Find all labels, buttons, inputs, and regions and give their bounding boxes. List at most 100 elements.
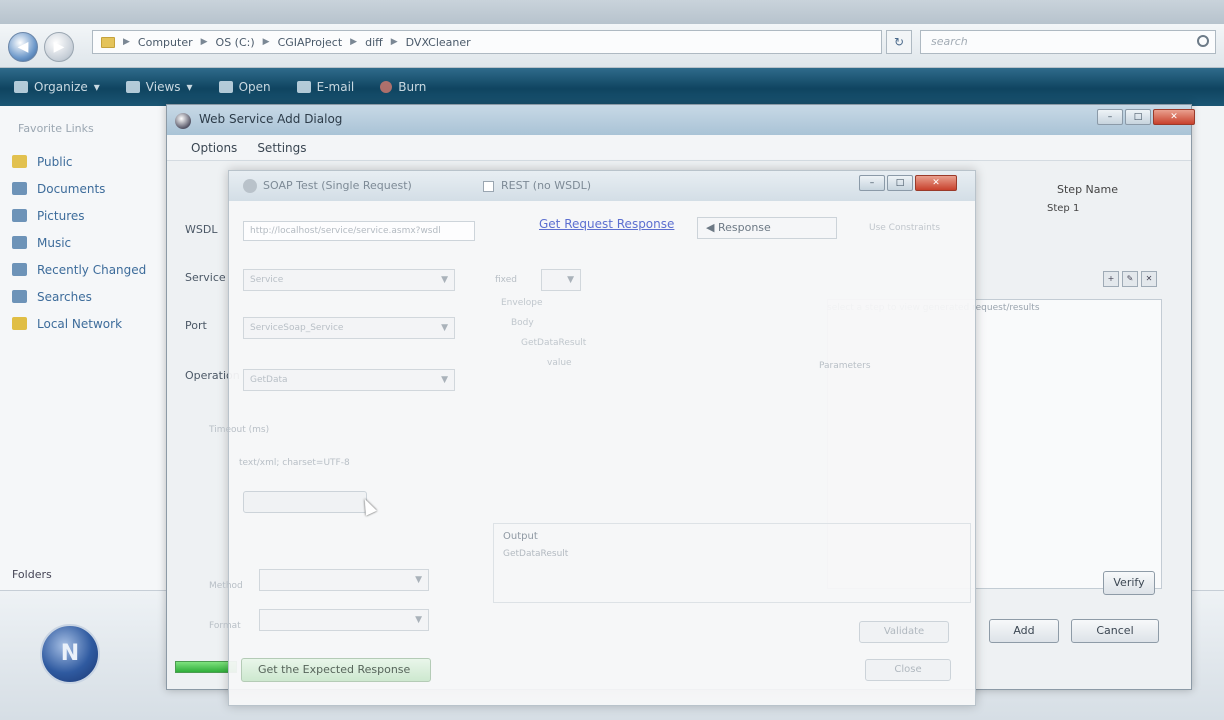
tree-node[interactable]: value: [501, 353, 586, 373]
format-label: Format: [209, 621, 241, 631]
response-tab-label: Response: [717, 221, 771, 234]
open-icon: [218, 81, 233, 93]
nav-label: Local Network: [37, 316, 123, 331]
organize-button[interactable]: Organize ▾: [14, 80, 100, 94]
dialog-menubar: Options Settings: [167, 135, 1191, 161]
views-button[interactable]: Views ▾: [125, 80, 193, 94]
breadcrumb-item[interactable]: CGIAProject: [278, 36, 343, 49]
recent-icon: [12, 263, 27, 276]
close-button[interactable]: ✕: [1153, 109, 1195, 125]
nav-label: Recently Changed: [37, 262, 147, 277]
search-input[interactable]: search: [920, 30, 1216, 54]
wsdl-url-input[interactable]: http://localhost/service/service.asmx?ws…: [243, 221, 475, 241]
refresh-icon[interactable]: ↻: [886, 30, 912, 54]
breadcrumb-item[interactable]: DVXCleaner: [406, 36, 471, 49]
service-select-value: Service: [250, 275, 284, 285]
nav-item-searches[interactable]: Searches: [12, 283, 146, 310]
documents-icon: [12, 182, 27, 195]
response-tab[interactable]: ◀ Response: [697, 217, 837, 239]
validate-button[interactable]: Validate: [859, 621, 949, 643]
nav-item-pictures[interactable]: Pictures: [12, 202, 146, 229]
nav-label: Documents: [37, 181, 106, 196]
maximize-button[interactable]: □: [887, 175, 913, 191]
organize-icon: [14, 81, 28, 93]
breadcrumb[interactable]: ▶ Computer ▶ OS (C:) ▶ CGIAProject ▶ dif…: [92, 30, 882, 54]
chevron-down-icon: ▼: [441, 323, 448, 333]
rest-checkbox-label: REST (no WSDL): [501, 179, 592, 192]
step-name-value[interactable]: Step 1: [1047, 203, 1079, 214]
tree-node[interactable]: Envelope: [501, 293, 586, 313]
dialog-titlebar[interactable]: Web Service Add Dialog – □ ✕: [167, 105, 1195, 135]
menu-settings[interactable]: Settings: [257, 141, 306, 155]
open-button[interactable]: Open: [218, 80, 271, 94]
burn-button[interactable]: Burn: [380, 80, 426, 94]
nav-item-recently-changed[interactable]: Recently Changed: [12, 256, 146, 283]
operation-select[interactable]: GetData ▼: [243, 369, 455, 391]
email-button[interactable]: E-mail: [296, 80, 355, 94]
organize-label: Organize: [34, 80, 88, 94]
output-box[interactable]: [493, 523, 971, 603]
get-expected-response-button[interactable]: Get the Expected Response: [241, 658, 431, 682]
output-label: Output: [503, 531, 538, 542]
nav-item-public[interactable]: Public: [12, 148, 146, 175]
parameters-label: Parameters: [819, 361, 871, 371]
views-icon: [125, 81, 140, 93]
search-icon[interactable]: [1197, 35, 1209, 47]
open-label: Open: [238, 80, 271, 94]
format-select[interactable]: ▼: [259, 609, 429, 631]
folder-icon: [101, 36, 115, 48]
explorer-toolbar: Organize ▾ Views ▾ Open E-mail Burn: [0, 68, 1224, 106]
verify-button[interactable]: Verify: [1103, 571, 1155, 595]
options-button[interactable]: [243, 491, 367, 513]
close-dialog-button[interactable]: Close: [865, 659, 951, 681]
close-button[interactable]: ✕: [915, 175, 957, 191]
wsdl-label: WSDL: [185, 223, 218, 236]
views-label: Views: [145, 80, 181, 94]
searches-icon: [12, 290, 27, 303]
method-select[interactable]: ▼: [259, 569, 429, 591]
request-tree[interactable]: Envelope Body GetDataResult value: [501, 293, 586, 373]
rest-checkbox[interactable]: [483, 181, 494, 192]
minimize-button[interactable]: –: [859, 175, 885, 191]
fixed-select[interactable]: ▼: [541, 269, 581, 291]
delete-step-icon[interactable]: ✕: [1141, 271, 1157, 287]
breadcrumb-item[interactable]: diff: [365, 36, 383, 49]
get-request-response-link[interactable]: Get Request Response: [539, 217, 674, 231]
content-type-field[interactable]: text/xml; charset=UTF-8: [233, 453, 433, 475]
cancel-button[interactable]: Cancel: [1071, 619, 1159, 643]
chevron-down-icon: ▼: [415, 575, 422, 585]
menu-options[interactable]: Options: [191, 141, 237, 155]
maximize-button[interactable]: □: [1125, 109, 1151, 125]
tree-node[interactable]: GetDataResult: [501, 333, 586, 353]
explorer-right-edge: [1190, 106, 1224, 590]
nav-item-documents[interactable]: Documents: [12, 175, 146, 202]
nav-item-local-network[interactable]: Local Network: [12, 310, 146, 337]
window-top-strip: [0, 0, 1224, 24]
forward-button[interactable]: ▶: [44, 32, 74, 62]
breadcrumb-item[interactable]: OS (C:): [216, 36, 255, 49]
port-select-value: ServiceSoap_Service: [250, 323, 344, 333]
step-name-header[interactable]: Step Name: [1057, 183, 1118, 196]
back-button[interactable]: ◀: [8, 32, 38, 62]
email-icon: [296, 81, 311, 93]
chevron-down-icon: ▼: [441, 375, 448, 385]
minimize-button[interactable]: –: [1097, 109, 1123, 125]
breadcrumb-item[interactable]: Computer: [138, 36, 193, 49]
add-button[interactable]: Add: [989, 619, 1059, 643]
email-label: E-mail: [316, 80, 355, 94]
port-select[interactable]: ServiceSoap_Service ▼: [243, 317, 455, 339]
add-step-icon[interactable]: +: [1103, 271, 1119, 287]
folder-icon: [12, 155, 27, 168]
operation-select-value: GetData: [250, 375, 288, 385]
edit-step-icon[interactable]: ✎: [1122, 271, 1138, 287]
fixed-label: fixed: [495, 275, 517, 285]
service-select[interactable]: Service ▼: [243, 269, 455, 291]
tree-node[interactable]: Body: [501, 313, 586, 333]
port-label: Port: [185, 319, 207, 332]
chevron-right-icon: ▶: [262, 37, 270, 47]
nav-item-music[interactable]: Music: [12, 229, 146, 256]
dialog-titlebar[interactable]: SOAP Test (Single Request) REST (no WSDL…: [229, 171, 975, 201]
chevron-down-icon: ▼: [567, 275, 574, 285]
burn-icon: [380, 81, 393, 93]
folders-toggle[interactable]: Folders: [12, 568, 52, 581]
